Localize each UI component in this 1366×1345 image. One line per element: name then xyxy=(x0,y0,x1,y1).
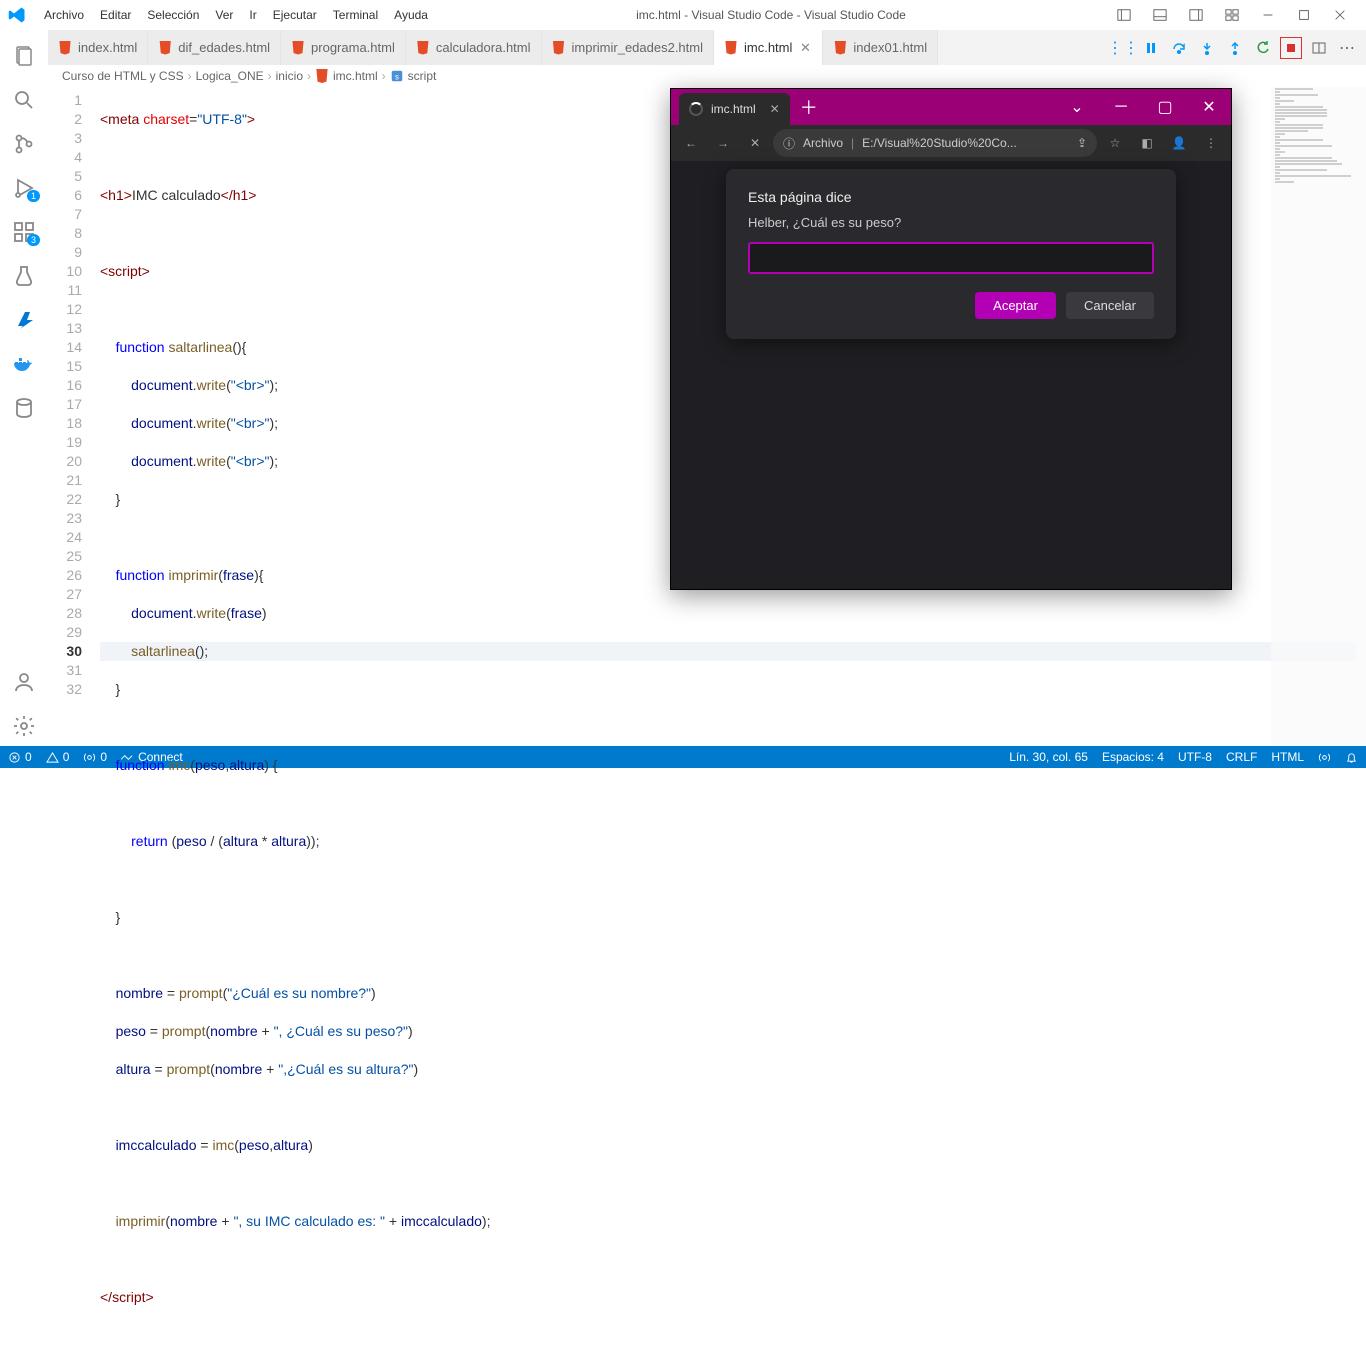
activity-account[interactable] xyxy=(0,662,48,702)
menu-ejecutar[interactable]: Ejecutar xyxy=(265,8,325,22)
code-editor[interactable]: 1234567891011121314151617181920212223242… xyxy=(48,87,1366,746)
close-icon[interactable]: ✕ xyxy=(798,41,812,55)
window-maximize-icon[interactable] xyxy=(1286,1,1322,29)
layout-customize-icon[interactable] xyxy=(1214,1,1250,29)
tab-label: calculadora.html xyxy=(436,40,531,55)
activity-explorer[interactable] xyxy=(0,36,48,76)
activity-extensions[interactable]: 3 xyxy=(0,212,48,252)
activity-settings[interactable] xyxy=(0,706,48,746)
breadcrumb-item[interactable]: imc.html xyxy=(333,69,378,83)
tab-index01[interactable]: index01.html xyxy=(823,30,938,65)
extensions-badge: 3 xyxy=(27,234,40,246)
breadcrumb-item[interactable]: Logica_ONE xyxy=(196,69,264,83)
debug-toolbar: ⋮⋮ ⋯ xyxy=(1112,30,1366,65)
debug-step-out-icon[interactable] xyxy=(1224,37,1246,59)
breadcrumb-item[interactable]: Curso de HTML y CSS xyxy=(62,69,184,83)
tab-programa[interactable]: programa.html xyxy=(281,30,406,65)
html5-icon xyxy=(833,41,847,55)
html5-icon xyxy=(552,41,566,55)
menu-ayuda[interactable]: Ayuda xyxy=(386,8,436,22)
activity-scm[interactable] xyxy=(0,124,48,164)
tab-dif-edades[interactable]: dif_edades.html xyxy=(148,30,281,65)
debug-pause-icon[interactable] xyxy=(1140,37,1162,59)
layout-sidebar-right-icon[interactable] xyxy=(1178,1,1214,29)
debug-drag-icon[interactable]: ⋮⋮ xyxy=(1112,37,1134,59)
activity-docker[interactable] xyxy=(0,344,48,384)
breadcrumb-item[interactable]: script xyxy=(408,69,437,83)
tab-imc[interactable]: imc.html ✕ xyxy=(714,30,823,65)
menu-terminal[interactable]: Terminal xyxy=(325,8,386,22)
svg-text:s: s xyxy=(395,73,399,82)
editor-tabs: index.html dif_edades.html programa.html… xyxy=(48,30,1366,65)
menu-archivo[interactable]: Archivo xyxy=(36,8,92,22)
html5-icon xyxy=(58,41,72,55)
more-icon[interactable]: ⋯ xyxy=(1336,37,1358,59)
activity-search[interactable] xyxy=(0,80,48,120)
tab-label: imc.html xyxy=(744,40,792,55)
menubar: Archivo Editar Selección Ver Ir Ejecutar… xyxy=(0,0,1366,30)
window-close-icon[interactable] xyxy=(1322,1,1358,29)
html5-icon xyxy=(724,41,738,55)
split-editor-icon[interactable] xyxy=(1308,37,1330,59)
breadcrumb: Curso de HTML y CSS› Logica_ONE› inicio›… xyxy=(48,65,1366,87)
tab-label: dif_edades.html xyxy=(178,40,270,55)
breadcrumb-item[interactable]: inicio xyxy=(276,69,303,83)
window-title: imc.html - Visual Studio Code - Visual S… xyxy=(436,8,1106,22)
window-minimize-icon[interactable] xyxy=(1250,1,1286,29)
tab-label: programa.html xyxy=(311,40,395,55)
debug-restart-icon[interactable] xyxy=(1252,37,1274,59)
run-badge: 1 xyxy=(27,190,40,202)
html5-icon xyxy=(291,41,305,55)
activity-azure[interactable] xyxy=(0,300,48,340)
html5-icon xyxy=(416,41,430,55)
layout-panel-icon[interactable] xyxy=(1142,1,1178,29)
tab-calculadora[interactable]: calculadora.html xyxy=(406,30,542,65)
activity-run[interactable]: 1 xyxy=(0,168,48,208)
debug-step-over-icon[interactable] xyxy=(1168,37,1190,59)
menu-ir[interactable]: Ir xyxy=(241,8,264,22)
tab-label: imprimir_edades2.html xyxy=(572,40,704,55)
layout-sidebar-left-icon[interactable] xyxy=(1106,1,1142,29)
code-content: <meta charset="UTF-8"> <h1>IMC calculado… xyxy=(100,87,1366,746)
tab-label: index01.html xyxy=(853,40,927,55)
tab-index[interactable]: index.html xyxy=(48,30,148,65)
debug-step-into-icon[interactable] xyxy=(1196,37,1218,59)
status-warnings[interactable]: 0 xyxy=(46,750,70,764)
line-gutter: 1234567891011121314151617181920212223242… xyxy=(48,87,100,746)
status-errors[interactable]: 0 xyxy=(8,750,32,764)
vscode-logo-icon xyxy=(8,6,26,24)
menu-editar[interactable]: Editar xyxy=(92,8,139,22)
html5-icon xyxy=(315,69,329,83)
tab-imprimir-edades2[interactable]: imprimir_edades2.html xyxy=(542,30,715,65)
menu-ver[interactable]: Ver xyxy=(207,8,241,22)
activity-testing[interactable] xyxy=(0,256,48,296)
activity-bar: 1 3 xyxy=(0,30,48,746)
tab-label: index.html xyxy=(78,40,137,55)
debug-stop-icon[interactable] xyxy=(1280,37,1302,59)
menu-seleccion[interactable]: Selección xyxy=(139,8,207,22)
activity-database[interactable] xyxy=(0,388,48,428)
script-icon: s xyxy=(390,69,404,83)
html5-icon xyxy=(158,41,172,55)
